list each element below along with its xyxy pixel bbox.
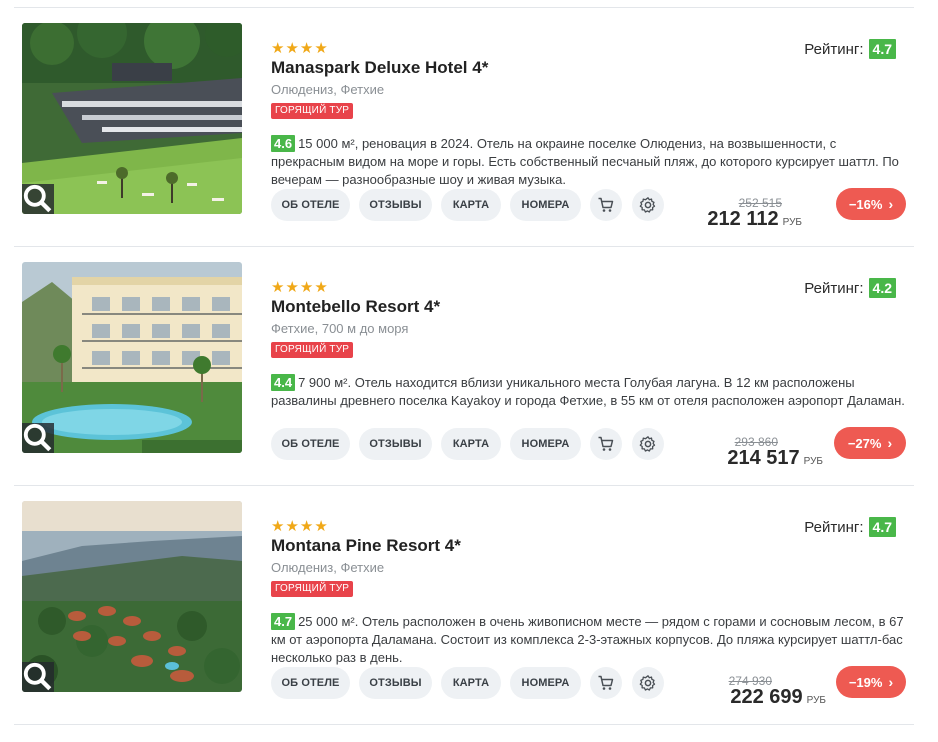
cart-icon <box>598 197 614 212</box>
cart-button[interactable] <box>590 428 622 460</box>
star-icon: ★ <box>271 279 285 296</box>
discount-value: −19% <box>848 674 883 690</box>
rating-badge: 4.7 <box>868 39 896 59</box>
gear-icon <box>639 675 656 691</box>
hotel-photo[interactable] <box>22 23 242 214</box>
search-icon <box>23 423 52 452</box>
zoom-button[interactable] <box>22 662 54 692</box>
currency: РУБ <box>806 695 826 706</box>
gear-icon <box>639 197 656 213</box>
star-icon: ★ <box>285 279 299 296</box>
rating: Рейтинг: 4.7 <box>804 39 896 59</box>
discount-value: −27% <box>847 435 882 451</box>
hotel-description: 4.7 25 000 м². Отель расположен в очень ж… <box>271 613 911 667</box>
rooms-button[interactable]: НОМЕРА <box>510 667 581 699</box>
hotel-description: 4.4 7 900 м². Отель находится вблизи уник… <box>271 374 911 410</box>
map-button[interactable]: КАРТА <box>441 667 501 699</box>
hotel-location: Фетхие, 700 м до моря <box>271 321 409 336</box>
reviews-button[interactable]: ОТЗЫВЫ <box>359 667 432 699</box>
hotel-card: ★★★★ Montana Pine Resort 4* Олюдениз, Фе… <box>0 485 938 724</box>
star-icon: ★ <box>285 518 299 535</box>
hot-tour-badge: ГОРЯЩИЙ ТУР <box>271 581 354 597</box>
hotel-photo[interactable] <box>22 262 242 453</box>
cart-button[interactable] <box>590 189 622 221</box>
settings-button[interactable] <box>632 667 664 699</box>
star-icon: ★ <box>314 518 328 535</box>
about-hotel-button[interactable]: ОБ ОТЕЛЕ <box>271 428 350 460</box>
cart-button[interactable] <box>590 667 622 699</box>
divider <box>14 724 914 725</box>
chevron-right-icon: › <box>888 196 894 212</box>
reviews-button[interactable]: ОТЗЫВЫ <box>359 189 432 221</box>
reviews-button[interactable]: ОТЗЫВЫ <box>359 428 432 460</box>
price-value: 222 699 <box>730 686 803 708</box>
rooms-button[interactable]: НОМЕРА <box>510 189 581 221</box>
map-button[interactable]: КАРТА <box>441 189 501 221</box>
score-badge: 4.7 <box>271 613 296 630</box>
hotel-location: Олюдениз, Фетхие <box>271 560 385 575</box>
rooms-button[interactable]: НОМЕРА <box>510 428 581 460</box>
discount-button[interactable]: −27% › <box>834 427 906 459</box>
description-text: 15 000 м², реновация в 2024. Отель на ок… <box>271 136 899 187</box>
gear-icon <box>639 436 656 452</box>
rating-label: Рейтинг: <box>804 279 864 297</box>
rating-label: Рейтинг: <box>804 40 864 58</box>
star-icon: ★ <box>299 518 314 535</box>
currency: РУБ <box>803 456 823 467</box>
search-icon <box>23 662 52 691</box>
score-badge: 4.4 <box>271 374 296 391</box>
search-icon <box>23 184 52 213</box>
map-button[interactable]: КАРТА <box>441 428 501 460</box>
zoom-button[interactable] <box>22 184 54 214</box>
star-icon: ★ <box>299 279 314 296</box>
hot-tour-badge: ГОРЯЩИЙ ТУР <box>271 342 354 358</box>
star-rating: ★★★★ <box>271 519 329 535</box>
star-rating: ★★★★ <box>271 41 329 57</box>
price: 222 699 РУБ <box>730 686 826 709</box>
chevron-right-icon: › <box>887 435 893 451</box>
star-icon: ★ <box>271 40 285 57</box>
score-badge: 4.6 <box>271 135 296 152</box>
star-icon: ★ <box>285 40 299 57</box>
chevron-right-icon: › <box>888 674 894 690</box>
hotel-card: ★★★★ Manaspark Deluxe Hotel 4* Олюдениз,… <box>0 7 938 246</box>
hotel-location: Олюдениз, Фетхие <box>271 82 385 97</box>
about-hotel-button[interactable]: ОБ ОТЕЛЕ <box>271 189 350 221</box>
star-icon: ★ <box>299 40 314 57</box>
settings-button[interactable] <box>632 189 664 221</box>
zoom-button[interactable] <box>22 423 54 453</box>
cart-icon <box>598 675 614 690</box>
currency: РУБ <box>782 217 802 228</box>
star-icon: ★ <box>314 279 328 296</box>
hotel-name[interactable]: Montebello Resort 4* <box>271 297 440 317</box>
discount-value: −16% <box>848 196 883 212</box>
rating-badge: 4.7 <box>868 517 896 537</box>
price: 212 112 РУБ <box>707 208 802 231</box>
rating: Рейтинг: 4.7 <box>804 517 896 537</box>
discount-button[interactable]: −19% › <box>836 666 906 698</box>
hotel-card: ★★★★ Montebello Resort 4* Фетхие, 700 м … <box>0 246 938 485</box>
description-text: 7 900 м². Отель находится вблизи уникаль… <box>271 375 905 408</box>
about-hotel-button[interactable]: ОБ ОТЕЛЕ <box>271 667 350 699</box>
description-text: 25 000 м². Отель расположен в очень живо… <box>271 614 904 665</box>
price-value: 212 112 <box>707 208 779 230</box>
hot-tour-badge: ГОРЯЩИЙ ТУР <box>271 103 354 119</box>
hotel-name[interactable]: Manaspark Deluxe Hotel 4* <box>271 58 488 78</box>
rating: Рейтинг: 4.2 <box>804 278 896 298</box>
settings-button[interactable] <box>632 428 664 460</box>
hotel-photo[interactable] <box>22 501 242 692</box>
star-icon: ★ <box>271 518 285 535</box>
discount-button[interactable]: −16% › <box>836 188 906 220</box>
hotel-name[interactable]: Montana Pine Resort 4* <box>271 536 461 556</box>
rating-badge: 4.2 <box>868 278 896 298</box>
cart-icon <box>598 436 614 451</box>
star-rating: ★★★★ <box>271 280 329 296</box>
star-icon: ★ <box>314 40 328 57</box>
price-value: 214 517 <box>727 447 800 469</box>
hotel-description: 4.6 15 000 м², реновация в 2024. Отель на… <box>271 135 911 189</box>
rating-label: Рейтинг: <box>804 518 864 536</box>
price: 214 517 РУБ <box>727 447 823 470</box>
